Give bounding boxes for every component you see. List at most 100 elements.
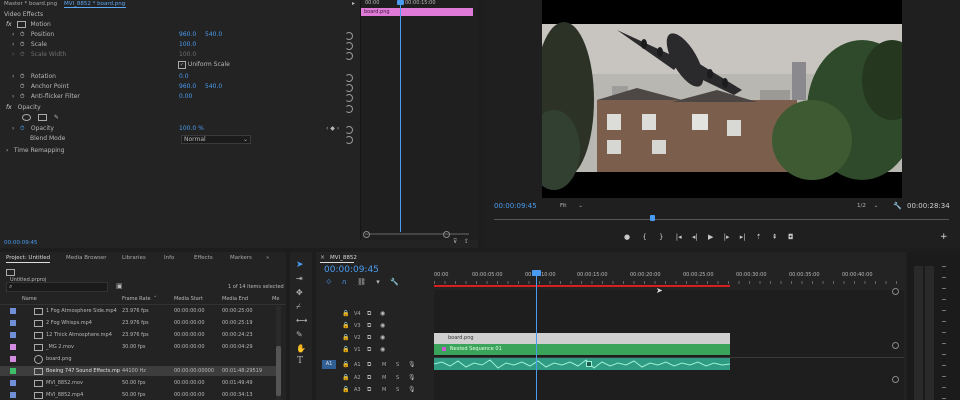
timeline-ruler[interactable]: 00:00 00:00:05:00 00:00:10:00 00:00:15:0… — [434, 272, 904, 288]
list-item[interactable]: board.png — [0, 354, 276, 364]
go-to-out-icon[interactable]: ▸| — [740, 233, 746, 241]
sync-lock-icon[interactable]: ⧉ — [367, 310, 371, 318]
resolution-dropdown[interactable]: 1/2 ⌄ — [857, 203, 878, 209]
col-frame-rate[interactable]: Frame Rate — [122, 296, 151, 302]
snap-icon[interactable]: ∩ — [342, 278, 347, 286]
mute-button[interactable]: M — [382, 375, 386, 381]
play-icon[interactable]: ▶ — [708, 233, 713, 241]
pen-tool-icon[interactable]: ✎ — [296, 330, 303, 339]
project-search-field[interactable]: ⌕ — [6, 282, 108, 292]
stopwatch-icon[interactable]: ⏱ — [20, 124, 29, 134]
clip-board-png[interactable]: board.png — [434, 333, 730, 344]
lock-icon[interactable]: 🔒 — [342, 386, 349, 393]
list-item[interactable]: 2 Fog Whisps.mp4 23.976 fps 00:00:00:00 … — [0, 318, 276, 328]
solo-button[interactable]: S — [396, 387, 399, 393]
zoom-top-handle[interactable] — [892, 288, 899, 295]
eye-icon[interactable]: ◉ — [380, 310, 385, 317]
tab-info[interactable]: Info — [164, 254, 174, 262]
eye-icon[interactable]: ◉ — [380, 346, 385, 353]
opacity-section-row[interactable]: fx Opacity — [6, 103, 357, 113]
export-icon[interactable]: ⇪ — [464, 238, 469, 245]
label-color-swatch[interactable] — [10, 320, 16, 326]
uniform-scale-checkbox[interactable]: ✓ — [178, 60, 186, 69]
timeline-close-icon[interactable]: × — [320, 254, 325, 261]
label-color-swatch[interactable] — [10, 380, 16, 386]
expand-chevron-icon[interactable]: › — [12, 30, 18, 40]
mute-button[interactable]: M — [382, 387, 386, 393]
sync-lock-icon[interactable]: ⧉ — [367, 346, 371, 354]
sync-lock-icon[interactable]: ⧉ — [367, 322, 371, 330]
fx-icon[interactable]: fx — [6, 104, 12, 111]
track-label-v1[interactable]: V1 — [354, 347, 361, 353]
track-select-tool-icon[interactable]: ⇥ — [296, 274, 303, 283]
tab-master-clip[interactable]: Master * board.png — [4, 0, 57, 8]
rotation-value[interactable]: 0.0 — [179, 72, 189, 82]
reset-scale-icon[interactable] — [345, 42, 353, 50]
extract-icon[interactable]: ⇞ — [772, 233, 778, 241]
stopwatch-icon[interactable]: ⏱ — [20, 30, 29, 40]
stopwatch-icon[interactable]: ⏱ — [20, 82, 29, 92]
export-frame-icon[interactable]: ◘ — [788, 233, 794, 241]
mute-button[interactable]: M — [382, 362, 386, 368]
label-color-swatch[interactable] — [10, 308, 16, 314]
ripple-edit-tool-icon[interactable]: ✥ — [296, 288, 303, 297]
reset-opacity-icon[interactable] — [345, 126, 353, 134]
sync-lock-icon[interactable]: ⧉ — [367, 334, 371, 342]
project-folder-icon[interactable] — [6, 269, 15, 276]
label-color-swatch[interactable] — [10, 356, 16, 362]
solo-button[interactable]: S — [396, 375, 399, 381]
stopwatch-icon[interactable]: ⏱ — [20, 72, 29, 82]
ellipse-mask-icon[interactable] — [22, 114, 31, 121]
audio-keyframe-marker[interactable] — [586, 361, 592, 367]
step-forward-icon[interactable]: |▸ — [724, 233, 730, 241]
list-item[interactable]: 12 Thick Atmosphere.mp4 23.976 fps 00:00… — [0, 330, 276, 340]
reset-antiflicker-icon[interactable] — [345, 94, 353, 102]
col-more[interactable]: Me — [272, 296, 279, 302]
expand-chevron-icon[interactable]: › — [12, 124, 18, 134]
program-playhead[interactable] — [650, 215, 655, 221]
pen-mask-icon[interactable]: ✎ — [54, 114, 59, 121]
sync-lock-icon[interactable]: ⧉ — [367, 386, 371, 394]
more-tabs-icon[interactable]: » — [266, 254, 269, 262]
lock-icon[interactable]: 🔒 — [342, 374, 349, 381]
reset-opacity-section-icon[interactable] — [345, 105, 353, 113]
fx-icon[interactable]: fx — [6, 21, 12, 28]
reset-rotation-icon[interactable] — [345, 74, 353, 82]
mini-clip-board[interactable]: board.png — [361, 8, 473, 16]
sync-lock-icon[interactable]: ⧉ — [367, 361, 371, 369]
source-patch-a1[interactable]: A1 — [322, 360, 336, 369]
microphone-icon[interactable]: 🎙 — [408, 374, 416, 381]
solo-button[interactable]: S — [396, 362, 399, 368]
timeline-timecode[interactable]: 00:00:09:45 — [324, 265, 379, 275]
track-label-a1[interactable]: A1 — [354, 362, 361, 368]
tab-libraries[interactable]: Libraries — [122, 254, 146, 262]
zoom-mid-handle[interactable] — [892, 342, 899, 349]
wrench-icon[interactable]: 🔧 — [893, 202, 902, 210]
tab-effects[interactable]: Effects — [194, 254, 213, 262]
stopwatch-icon[interactable]: ⏱ — [20, 40, 29, 50]
position-y-value[interactable]: 540.0 — [205, 30, 222, 40]
expand-chevron-icon[interactable]: › — [12, 40, 18, 50]
step-back-icon[interactable]: ◂| — [692, 233, 698, 241]
go-to-in-icon[interactable]: |◂ — [676, 233, 682, 241]
zoom-bottom-handle[interactable] — [892, 376, 899, 383]
col-media-end[interactable]: Media End — [222, 296, 248, 302]
type-tool-icon[interactable]: T — [297, 356, 303, 366]
track-area[interactable]: board.png Nested Sequence 01 ➤ — [434, 270, 904, 400]
mark-out-icon[interactable]: } — [659, 233, 663, 241]
track-label-a2[interactable]: A2 — [354, 375, 361, 381]
label-color-swatch[interactable] — [10, 332, 16, 338]
time-remapping-row[interactable]: › Time Remapping — [6, 146, 65, 156]
label-color-swatch[interactable] — [10, 344, 16, 350]
lock-icon[interactable]: 🔒 — [342, 346, 349, 353]
new-bin-icon[interactable]: ▣ — [116, 282, 123, 290]
antiflicker-value[interactable]: 0.00 — [179, 92, 192, 102]
hand-tool-icon[interactable]: ✋ — [296, 344, 306, 353]
lock-icon[interactable]: 🔒 — [342, 322, 349, 329]
lock-icon[interactable]: 🔒 — [342, 361, 349, 368]
slip-tool-icon[interactable]: ⟷ — [296, 316, 307, 325]
linked-selection-icon[interactable]: ⛓ — [357, 278, 366, 286]
tab-project[interactable]: Project: Untitled — [6, 254, 50, 262]
clip-audio-a1[interactable] — [434, 358, 730, 370]
scrollbar-thumb[interactable] — [276, 346, 281, 396]
